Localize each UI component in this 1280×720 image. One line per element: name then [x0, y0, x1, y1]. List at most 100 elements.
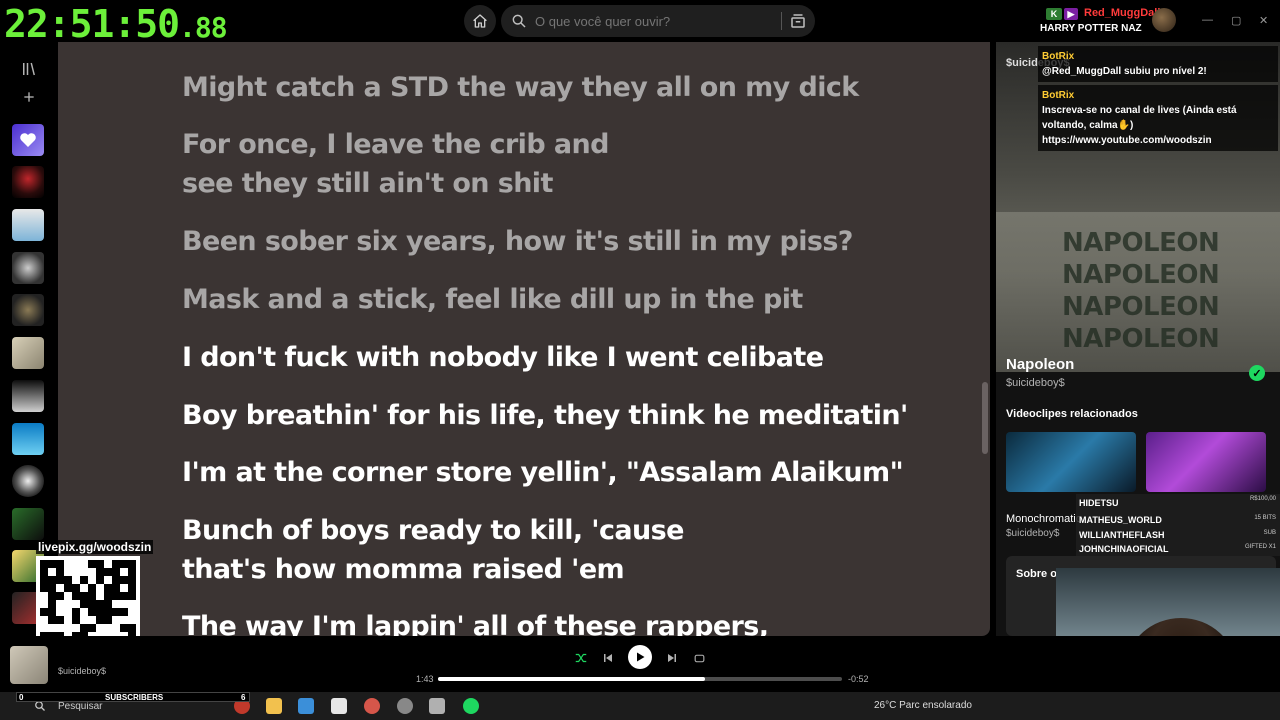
library-item[interactable] [12, 337, 44, 369]
library-item[interactable] [12, 465, 44, 497]
timer-main: 22:51:50 [4, 2, 180, 46]
lyric-line[interactable]: I'm at the corner store yellin', "Assala… [182, 453, 904, 492]
lyric-line[interactable]: Mask and a stick, feel like dill up in t… [182, 280, 803, 319]
repeat-button[interactable] [689, 648, 709, 668]
minimize-button[interactable]: — [1202, 14, 1213, 26]
qr-cell [72, 568, 80, 576]
qr-cell [128, 568, 136, 576]
player-bar: $uicideboy$ 1:43 -0:52 [0, 636, 1280, 692]
qr-cell [120, 584, 128, 592]
app-icon[interactable] [298, 698, 314, 714]
related-clip-thumb[interactable] [1006, 432, 1136, 492]
qr-cell [104, 616, 112, 624]
qr-cell [112, 584, 120, 592]
now-playing-artist[interactable]: $uicideboy$ [58, 666, 106, 676]
chrome-icon[interactable] [364, 698, 380, 714]
library-item[interactable] [12, 166, 44, 198]
lyrics-scrollbar[interactable] [982, 382, 988, 454]
next-icon [668, 654, 676, 662]
video-text: NAPOLEON [1062, 228, 1220, 258]
remaining-time: -0:52 [848, 674, 869, 684]
search-icon [512, 14, 526, 28]
qr-cell [40, 600, 48, 608]
app-icon[interactable] [429, 698, 445, 714]
qr-cell [104, 624, 112, 632]
about-label: Sobre o [1016, 568, 1057, 580]
weather-widget[interactable]: 26°C Parc ensolarado [874, 700, 972, 711]
qr-cell [80, 576, 88, 584]
library-item[interactable] [12, 252, 44, 284]
supporter-amount: SUB [1263, 530, 1276, 536]
qr-cell [72, 592, 80, 600]
lyric-line[interactable]: Might catch a STD the way they all on my… [182, 68, 859, 107]
related-clip-artist[interactable]: $uicideboy$ [1006, 528, 1059, 539]
lyric-line[interactable]: For once, I leave the crib and [182, 125, 609, 164]
song-artist[interactable]: $uicideboy$ [1006, 377, 1065, 389]
stream-timer: 22:51:50.88 [4, 2, 228, 46]
related-videos-header: Videoclipes relacionados [1006, 408, 1138, 420]
search-divider [781, 12, 782, 30]
library-item[interactable] [12, 508, 44, 540]
now-playing-cover[interactable] [10, 646, 48, 684]
search-input[interactable] [535, 13, 765, 29]
app-icon[interactable] [397, 698, 413, 714]
lyric-line-active[interactable]: I don't fuck with nobody like I went cel… [182, 338, 824, 377]
qr-cell [112, 560, 120, 568]
qr-cell [128, 624, 136, 632]
previous-button[interactable] [598, 648, 618, 668]
qr-cell [80, 608, 88, 616]
qr-cell [48, 608, 56, 616]
search-bar[interactable] [501, 5, 815, 37]
library-button[interactable] [16, 56, 42, 82]
song-title[interactable]: Napoleon [1006, 356, 1074, 373]
close-button[interactable]: ✕ [1259, 14, 1268, 27]
qr-cell [96, 608, 104, 616]
progress-bar[interactable] [438, 677, 842, 681]
lyric-line[interactable]: Bunch of boys ready to kill, 'cause [182, 511, 684, 550]
lyric-line[interactable]: Boy breathin' for his life, they think h… [182, 396, 908, 435]
create-playlist-button[interactable] [16, 84, 42, 110]
qr-cell [96, 576, 104, 584]
qr-cell [104, 600, 112, 608]
qr-cell [56, 616, 64, 624]
qr-cell [80, 592, 88, 600]
shuffle-button[interactable] [571, 648, 591, 668]
plus-icon [24, 92, 34, 102]
qr-cell [96, 584, 104, 592]
liked-songs-item[interactable] [12, 124, 44, 156]
video-text: NAPOLEON [1062, 292, 1220, 322]
qr-cell [112, 616, 120, 624]
qr-cell [128, 592, 136, 600]
qr-cell [96, 616, 104, 624]
folder-icon[interactable] [266, 698, 282, 714]
qr-cell [104, 560, 112, 568]
qr-cell [120, 560, 128, 568]
qr-cell [128, 560, 136, 568]
spotify-icon[interactable] [463, 698, 479, 714]
next-button[interactable] [662, 648, 682, 668]
app-icon[interactable] [331, 698, 347, 714]
lyric-line[interactable]: The way I'm lappin' all of these rappers… [182, 607, 769, 636]
lyric-line[interactable]: that's how momma raised 'em [182, 550, 625, 589]
avatar [1152, 8, 1176, 32]
check-icon[interactable]: ✓ [1249, 365, 1265, 381]
related-clip-title[interactable]: Monochromatic [1006, 513, 1081, 525]
lyric-line[interactable]: see they still ain't on shit [182, 164, 553, 203]
home-button[interactable] [464, 5, 496, 37]
qr-cell [56, 560, 64, 568]
library-item[interactable] [12, 209, 44, 241]
qr-cell [80, 624, 88, 632]
play-button[interactable] [628, 645, 652, 669]
maximize-button[interactable]: ▢ [1231, 14, 1241, 27]
chat-message: BotRix @Red_MuggDall subiu pro nível 2! [1038, 46, 1278, 82]
qr-cell [104, 576, 112, 584]
library-item[interactable] [12, 380, 44, 412]
browse-icon[interactable] [789, 12, 807, 30]
repeat-icon [694, 654, 704, 662]
lyric-line[interactable]: Been sober six years, how it's still in … [182, 222, 853, 261]
recent-supporters: HIDETSU R$100,00 MATHEUS_WORLD 15 BITS W… [1076, 494, 1280, 556]
library-item[interactable] [12, 294, 44, 326]
library-item[interactable] [12, 423, 44, 455]
qr-cell [72, 616, 80, 624]
related-clip-thumb[interactable] [1146, 432, 1266, 492]
